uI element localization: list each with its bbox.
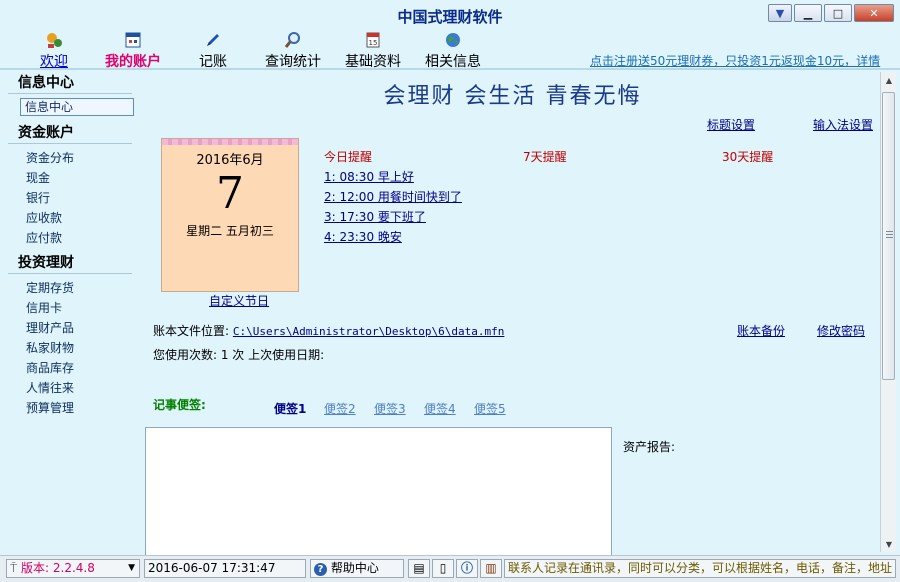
memo-textarea[interactable] bbox=[145, 427, 612, 557]
help-icon: ? bbox=[314, 563, 327, 576]
scroll-down-icon[interactable]: ▼ bbox=[881, 536, 897, 552]
sidebar-item-info-center[interactable]: 信息中心 bbox=[20, 98, 134, 116]
main-panel: 会理财 会生活 青春无悔 标题设置 输入法设置 2016年6月 7 星期二 五月… bbox=[145, 72, 880, 557]
calendar-widget[interactable]: 2016年6月 7 星期二 五月初三 bbox=[161, 138, 299, 292]
books-icon[interactable]: ▥ bbox=[480, 559, 502, 578]
sidebar-item-budget[interactable]: 预算管理 bbox=[0, 398, 140, 418]
reminder-item[interactable]: 2: 12:00 用餐时间快到了 bbox=[324, 188, 462, 205]
main-toolbar: 欢迎 我的账户 记账 查询统计 15 基础资料 相关信息 点击注册送50元理财券… bbox=[0, 28, 900, 70]
custom-holiday-link[interactable]: 自定义节日 bbox=[209, 292, 269, 309]
calendar-icon: 15 bbox=[366, 32, 380, 48]
sidebar-item-receivables[interactable]: 应收款 bbox=[0, 208, 140, 228]
dropdown-icon[interactable]: ▼ bbox=[768, 4, 792, 22]
help-center-button[interactable]: ? 帮助中心 bbox=[310, 559, 404, 578]
toolbar-bookkeeping-button[interactable]: 记账 bbox=[196, 28, 230, 70]
sidebar: 信息中心 信息中心 资金账户 资金分布 现金 银行 应收款 应付款 投资理财 定… bbox=[0, 72, 140, 552]
asset-report-label: 资产报告: bbox=[623, 440, 676, 454]
globe-icon bbox=[446, 33, 460, 47]
sidebar-section-investment[interactable]: 投资理财 bbox=[8, 252, 132, 274]
toolbar-basic-data-button[interactable]: 15 基础资料 bbox=[342, 28, 404, 70]
status-bar: ⍑ 版本: 2.2.4.8 ▼ 2016-06-07 17:31:47 ? 帮助… bbox=[0, 555, 900, 582]
memo-tab-3[interactable]: 便签3 bbox=[374, 400, 406, 417]
memo-tab-4[interactable]: 便签4 bbox=[424, 400, 456, 417]
maximize-icon[interactable]: □ bbox=[824, 4, 852, 22]
sidebar-item-bank[interactable]: 银行 bbox=[0, 188, 140, 208]
reminder-item[interactable]: 3: 17:30 要下班了 bbox=[324, 208, 426, 225]
panel-toggle-icon[interactable]: ▯ bbox=[432, 559, 454, 578]
memo-tab-1[interactable]: 便签1 bbox=[274, 400, 306, 417]
antenna-icon: ⍑ bbox=[10, 561, 18, 575]
sidebar-item-fund-distribution[interactable]: 资金分布 bbox=[0, 148, 140, 168]
close-icon[interactable]: ✕ bbox=[854, 4, 894, 22]
reminder-item[interactable]: 4: 23:30 晚安 bbox=[324, 228, 402, 245]
calendar-month: 2016年6月 bbox=[196, 153, 264, 168]
slogan-banner: 会理财 会生活 青春无悔 bbox=[383, 84, 642, 109]
file-location-label: 账本文件位置: bbox=[153, 324, 230, 338]
toolbar-related-info-button[interactable]: 相关信息 bbox=[422, 28, 484, 70]
memo-tab-5[interactable]: 便签5 bbox=[474, 400, 506, 417]
magnifier-icon bbox=[284, 32, 300, 48]
version-label: 版本: 2.2.4.8 bbox=[21, 561, 95, 575]
thirty-day-reminder-header[interactable]: 30天提醒 bbox=[722, 148, 773, 165]
account-icon bbox=[125, 32, 141, 48]
toolbar-welcome-button[interactable]: 欢迎 bbox=[34, 28, 74, 70]
info-icon[interactable]: ⓘ bbox=[456, 559, 478, 578]
title-settings-link[interactable]: 标题设置 bbox=[707, 116, 755, 133]
grip-icon bbox=[886, 231, 893, 239]
calendar-weekday-lunar: 星期二 五月初三 bbox=[186, 224, 274, 238]
vertical-scrollbar[interactable]: ▲ ▼ bbox=[880, 72, 896, 552]
reminder-item[interactable]: 1: 08:30 早上好 bbox=[324, 168, 414, 185]
seven-day-reminder-header[interactable]: 7天提醒 bbox=[523, 148, 567, 165]
sidebar-item-gifts[interactable]: 人情往来 bbox=[0, 378, 140, 398]
change-password-link[interactable]: 修改密码 bbox=[817, 322, 865, 339]
sidebar-section-funds[interactable]: 资金账户 bbox=[8, 122, 132, 144]
title-bar: 中国式理财软件 ▼ ▁ □ ✕ bbox=[0, 0, 900, 28]
sidebar-item-fixed-deposit[interactable]: 定期存货 bbox=[0, 278, 140, 298]
help-center-label: 帮助中心 bbox=[330, 561, 379, 575]
window-layout-icon[interactable]: ▤ bbox=[408, 559, 430, 578]
calendar-binding bbox=[162, 139, 298, 145]
sidebar-item-cash[interactable]: 现金 bbox=[0, 168, 140, 188]
file-location-row: 账本文件位置: C:\Users\Administrator\Desktop\6… bbox=[153, 322, 504, 339]
sidebar-item-private-assets[interactable]: 私家财物 bbox=[0, 338, 140, 358]
chevron-down-icon: ▼ bbox=[128, 563, 135, 573]
toolbar-my-account-button[interactable]: 我的账户 bbox=[100, 28, 166, 70]
memo-tab-2[interactable]: 便签2 bbox=[324, 400, 356, 417]
pen-icon bbox=[207, 34, 219, 46]
backup-link[interactable]: 账本备份 bbox=[737, 322, 785, 339]
calendar-day: 7 bbox=[216, 168, 244, 219]
scroll-thumb[interactable] bbox=[882, 92, 895, 380]
svg-text:15: 15 bbox=[369, 39, 378, 47]
file-path-link[interactable]: C:\Users\Administrator\Desktop\6\data.mf… bbox=[233, 325, 505, 338]
today-reminder-header[interactable]: 今日提醒 bbox=[324, 148, 372, 165]
datetime-display: 2016-06-07 17:31:47 bbox=[144, 559, 306, 578]
window-title: 中国式理财软件 bbox=[397, 8, 503, 26]
usage-info: 您使用次数: 1 次 上次使用日期: bbox=[153, 348, 325, 362]
sidebar-item-inventory[interactable]: 商品库存 bbox=[0, 358, 140, 378]
sidebar-section-info[interactable]: 信息中心 bbox=[8, 72, 132, 94]
scroll-up-icon[interactable]: ▲ bbox=[881, 72, 897, 88]
window-controls: ▼ ▁ □ ✕ bbox=[766, 4, 894, 22]
toolbar-divider bbox=[0, 68, 900, 70]
sidebar-item-credit-card[interactable]: 信用卡 bbox=[0, 298, 140, 318]
version-selector[interactable]: ⍑ 版本: 2.2.4.8 ▼ bbox=[6, 559, 140, 578]
ime-settings-link[interactable]: 输入法设置 bbox=[813, 116, 873, 133]
welcome-icon bbox=[47, 33, 62, 48]
toolbar-query-stats-button[interactable]: 查询统计 bbox=[262, 28, 324, 70]
memo-label: 记事便签: bbox=[153, 398, 206, 412]
sidebar-item-payables[interactable]: 应付款 bbox=[0, 228, 140, 248]
tip-marquee: 联系人记录在通讯录，同时可以分类，可以根据姓名，电话，备注，地址 bbox=[504, 559, 896, 578]
promo-link[interactable]: 点击注册送50元理财券，只投资1元返现金10元，详情 bbox=[590, 52, 900, 69]
sidebar-item-wealth-products[interactable]: 理财产品 bbox=[0, 318, 140, 338]
minimize-icon[interactable]: ▁ bbox=[794, 4, 822, 22]
